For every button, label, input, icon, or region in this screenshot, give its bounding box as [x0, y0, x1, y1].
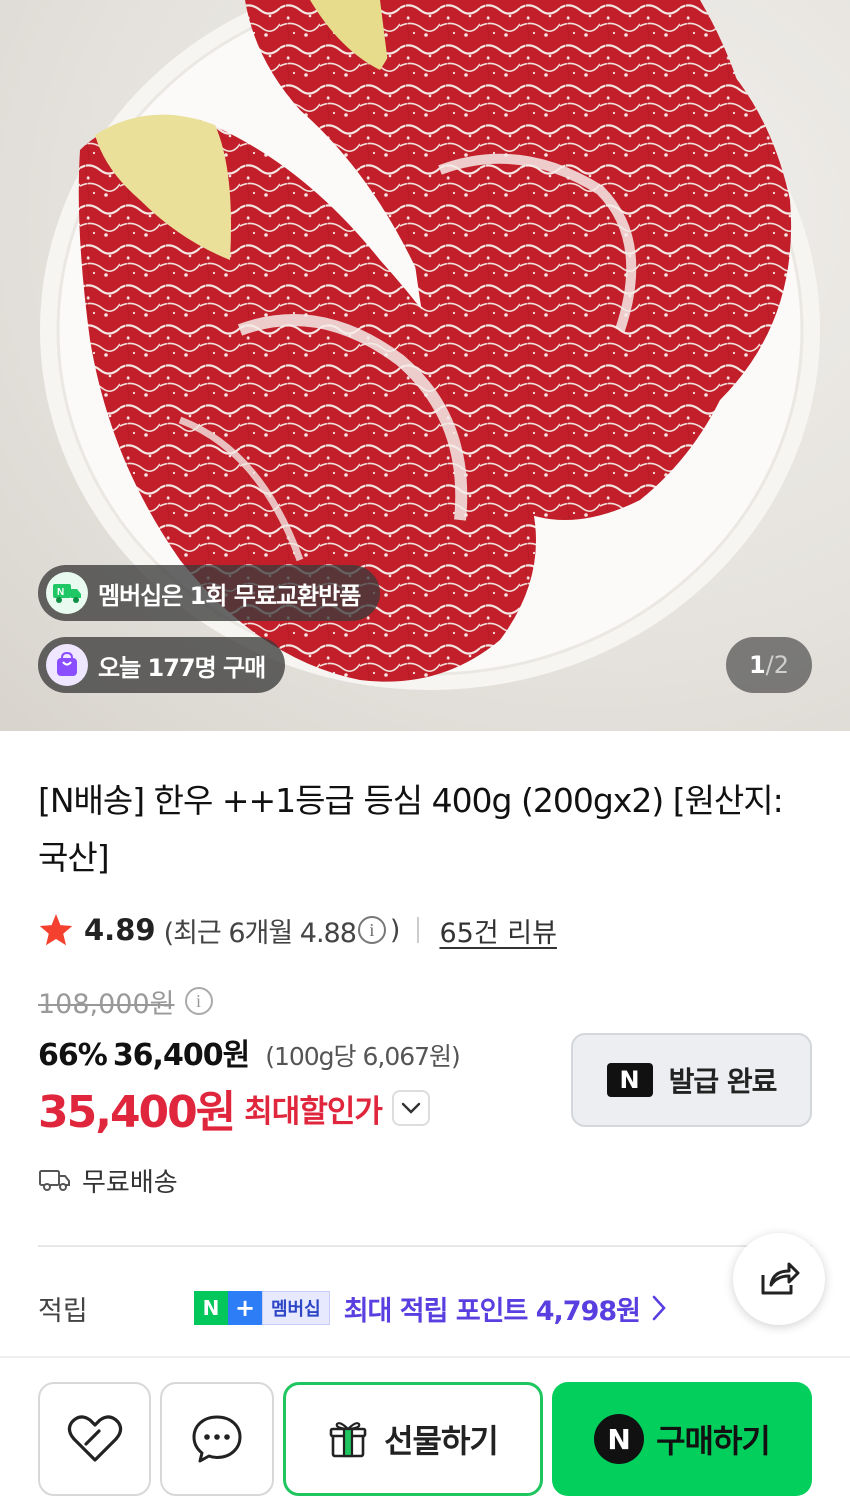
info-icon[interactable]: i	[357, 916, 386, 944]
coupon-issued-button[interactable]: N 발급 완료	[571, 1033, 812, 1127]
star-icon	[39, 914, 73, 946]
shipping-row: 무료배송	[38, 1158, 178, 1202]
share-icon	[761, 1262, 800, 1295]
chevron-down-icon	[401, 1102, 421, 1114]
share-button[interactable]	[733, 1233, 825, 1325]
gift-button[interactable]: 선물하기	[283, 1382, 543, 1496]
plus-badge: +	[228, 1291, 262, 1325]
gift-label: 선물하기	[384, 1422, 499, 1460]
review-count-link[interactable]: 65건 리뷰	[439, 911, 556, 950]
shopping-bag-icon	[46, 644, 88, 686]
page-total: 2	[773, 651, 790, 679]
today-purchase-badge: 오늘 177명 구매	[38, 637, 286, 693]
points-row[interactable]: 적립 N + 멤버십 최대 적립 포인트 4,798원	[38, 1286, 666, 1330]
product-title: [N배송] 한우 ++1등급 등심 400g (200gx2) [원산지:국산]	[38, 781, 784, 877]
price-info-icon[interactable]: i	[184, 987, 213, 1015]
product-photo	[40, 0, 820, 690]
naver-n-badge: N	[194, 1291, 228, 1325]
sale-price: 36,400원	[112, 1038, 250, 1073]
recent-rating-close: )	[389, 914, 401, 946]
truck-icon	[39, 1170, 70, 1191]
rating-row: 4.89 (최근 6개월 4.88 i ) 65건 리뷰	[38, 908, 557, 952]
original-price-row: 108,000원 i	[38, 980, 217, 1022]
rating-divider	[417, 917, 420, 943]
page-separator: /	[765, 651, 774, 679]
section-divider	[38, 1245, 812, 1247]
naver-n-icon: N	[606, 1063, 653, 1097]
gift-icon	[329, 1422, 367, 1458]
buy-label: 구매하기	[656, 1422, 771, 1460]
naver-n-icon: N	[594, 1414, 645, 1464]
svg-text:N: N	[57, 587, 64, 598]
discount-percent: 66%	[38, 1038, 108, 1073]
max-points-text: 최대 적립 포인트 4,798원	[343, 1295, 641, 1327]
buy-button[interactable]: N 구매하기	[552, 1382, 812, 1496]
original-price: 108,000원	[38, 988, 175, 1020]
page-current: 1	[748, 651, 766, 679]
wishlist-button[interactable]	[38, 1382, 151, 1496]
coupon-label: 발급 완료	[668, 1065, 778, 1098]
image-page-indicator: 1 / 2	[726, 637, 812, 693]
shipping-label: 무료배송	[82, 1167, 178, 1198]
product-image-carousel[interactable]: N 멤버십은 1회 무료교환반품 오늘 177명 구매 1 / 2	[0, 0, 850, 731]
points-label: 적립	[38, 1295, 88, 1327]
max-discount-price: 35,400원	[38, 1087, 236, 1138]
sale-price-row: 66% 36,400원 (100g당 6,067원)	[38, 1030, 461, 1074]
chat-icon	[192, 1415, 242, 1463]
delivery-truck-icon: N	[46, 572, 88, 614]
recent-rating: (최근 6개월 4.88	[163, 917, 357, 949]
chevron-right-icon	[652, 1295, 666, 1321]
talk-button[interactable]	[160, 1382, 274, 1496]
heart-icon	[67, 1415, 122, 1462]
today-purchase-text: 오늘 177명 구매	[98, 653, 266, 682]
max-discount-toggle[interactable]	[391, 1090, 430, 1126]
membership-return-text: 멤버십은 1회 무료교환반품	[98, 581, 361, 610]
unit-price: (100g당 6,067원)	[265, 1042, 461, 1071]
membership-return-badge: N 멤버십은 1회 무료교환반품	[38, 565, 381, 621]
max-discount-row: 35,400원 최대할인가	[38, 1078, 430, 1138]
max-discount-label: 최대할인가	[244, 1093, 383, 1130]
bottom-bar-divider	[0, 1356, 850, 1358]
membership-badge: 멤버십	[262, 1291, 330, 1325]
rating-score: 4.89	[84, 913, 156, 947]
